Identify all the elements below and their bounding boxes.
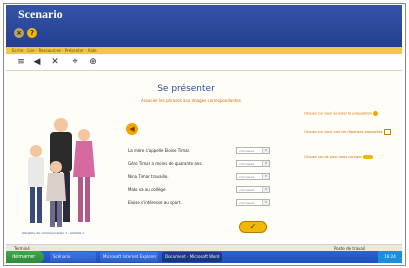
activity-caption: Situation de communication 1 · activité … xyxy=(22,231,84,235)
browser-window: Scenario Ecrire · Lire · Ressources · Pr… xyxy=(3,3,406,266)
sentence-text: Géro Timar a moins de quarante ans. xyxy=(128,161,203,166)
content-area: Se présenter Associer les phrases aux im… xyxy=(6,71,402,239)
web-icon[interactable]: ⊕ xyxy=(88,57,98,67)
check-icon: ✓ xyxy=(249,222,257,231)
sentence-row: Eloise s'intéresse au sport. choisissez … xyxy=(128,199,298,209)
sentence-text: Malo va au collège. xyxy=(128,187,167,192)
instruction-text: Associer les phrases aux images correspo… xyxy=(141,98,241,103)
chevron-down-icon[interactable]: ▾ xyxy=(262,161,269,166)
start-button[interactable]: démarrer xyxy=(6,251,44,263)
taskbar-button[interactable]: Scénario xyxy=(50,252,96,262)
close-icon[interactable] xyxy=(14,28,24,38)
app-title: Scenario xyxy=(18,7,63,21)
page-title: Se présenter xyxy=(157,84,215,94)
taskbar: démarrer Scénario Microsoft Internet Exp… xyxy=(6,251,402,263)
sentence-row: Nina Timar travaille. choisissez ▾ xyxy=(128,173,298,183)
answer-select[interactable]: choisissez ▾ xyxy=(236,147,270,154)
ok-icon xyxy=(363,155,374,159)
answer-select[interactable]: choisissez ▾ xyxy=(236,199,270,206)
toolbar: ≡ ◀ ✕ ⌖ ⊕ xyxy=(6,54,402,71)
system-clock: 16:24 xyxy=(378,251,402,263)
answer-select[interactable]: choisissez ▾ xyxy=(236,186,270,193)
chevron-down-icon[interactable]: ▾ xyxy=(262,200,269,205)
sentence-row: La mère s'appelle Eloise Timar. choisiss… xyxy=(128,147,298,157)
chevron-down-icon[interactable]: ▾ xyxy=(262,148,269,153)
text-icon[interactable]: ≡ xyxy=(16,57,26,67)
hint-answers: Cliquez sur pour voir les réponses propo… xyxy=(304,129,391,135)
speaker-icon[interactable]: ◀ xyxy=(126,123,138,135)
speaker-icon xyxy=(373,111,379,116)
sentence-text: Eloise s'intéresse au sport. xyxy=(128,200,182,205)
chevron-down-icon[interactable]: ▾ xyxy=(262,187,269,192)
dropdown-icon xyxy=(383,129,391,135)
chevron-down-icon[interactable]: ▾ xyxy=(262,174,269,179)
sentence-row: Malo va au collège. choisissez ▾ xyxy=(128,186,298,196)
audio-icon[interactable]: ◀ xyxy=(32,57,42,67)
tools-icon[interactable]: ✕ xyxy=(50,57,60,67)
taskbar-button[interactable]: Document - Microsoft Word xyxy=(162,252,222,262)
menu-bar[interactable]: Ecrire · Lire · Ressources · Présenter ·… xyxy=(6,47,402,54)
pin-icon[interactable]: ⌖ xyxy=(70,57,80,67)
hint-validate: Cliquez sur ok pour vous corriger xyxy=(304,155,374,159)
sentence-text: Nina Timar travaille. xyxy=(128,174,169,179)
family-illustration xyxy=(28,118,95,227)
taskbar-button[interactable]: Microsoft Internet Explorer xyxy=(100,252,158,262)
help-icon[interactable] xyxy=(27,28,37,38)
validate-button[interactable]: ✓ xyxy=(239,221,267,233)
app-header: Scenario xyxy=(6,5,402,47)
sentence-text: La mère s'appelle Eloise Timar. xyxy=(128,148,191,153)
answer-select[interactable]: choisissez ▾ xyxy=(236,160,270,167)
sentence-row: Géro Timar a moins de quarante ans. choi… xyxy=(128,160,298,170)
hint-listen: Cliquez sur pour écouter la proposition xyxy=(304,111,379,116)
answer-select[interactable]: choisissez ▾ xyxy=(236,173,270,180)
